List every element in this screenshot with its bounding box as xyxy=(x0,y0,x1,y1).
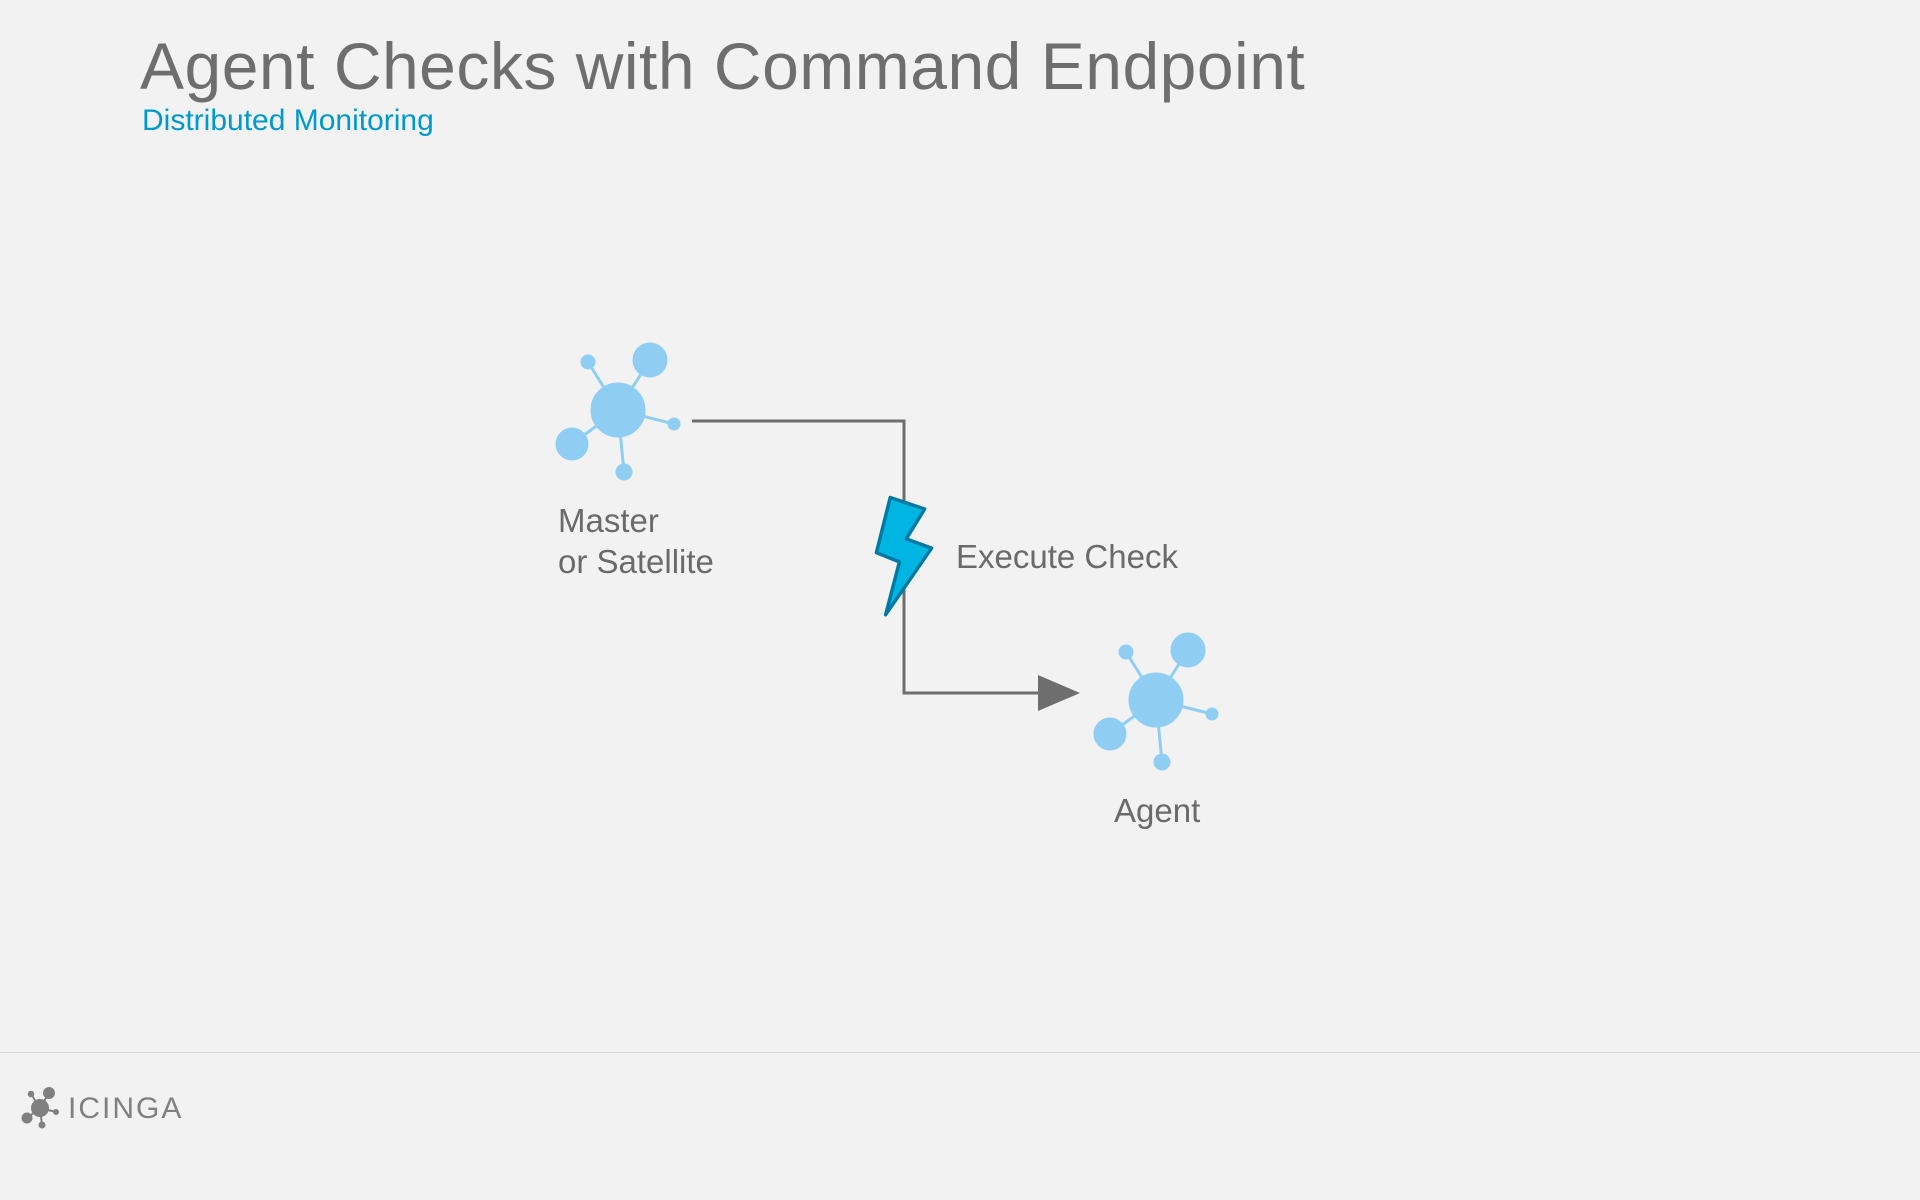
footer-logo: ICINGA xyxy=(18,1078,218,1138)
footer-brand-text: ICINGA xyxy=(68,1092,183,1125)
bolt-icon xyxy=(876,498,931,615)
footer-separator xyxy=(0,1052,1920,1053)
page-title: Agent Checks with Command Endpoint xyxy=(140,28,1305,104)
slide: Agent Checks with Command Endpoint Distr… xyxy=(0,0,1920,1200)
node-label-master: Master or Satellite xyxy=(558,500,714,583)
diagram-canvas xyxy=(0,0,1920,1200)
node-icon-agent xyxy=(1095,634,1217,769)
node-icon-master xyxy=(557,344,679,479)
node-label-agent: Agent xyxy=(1114,790,1200,831)
page-subtitle: Distributed Monitoring xyxy=(142,104,434,138)
edge-label-execute: Execute Check xyxy=(956,538,1178,576)
